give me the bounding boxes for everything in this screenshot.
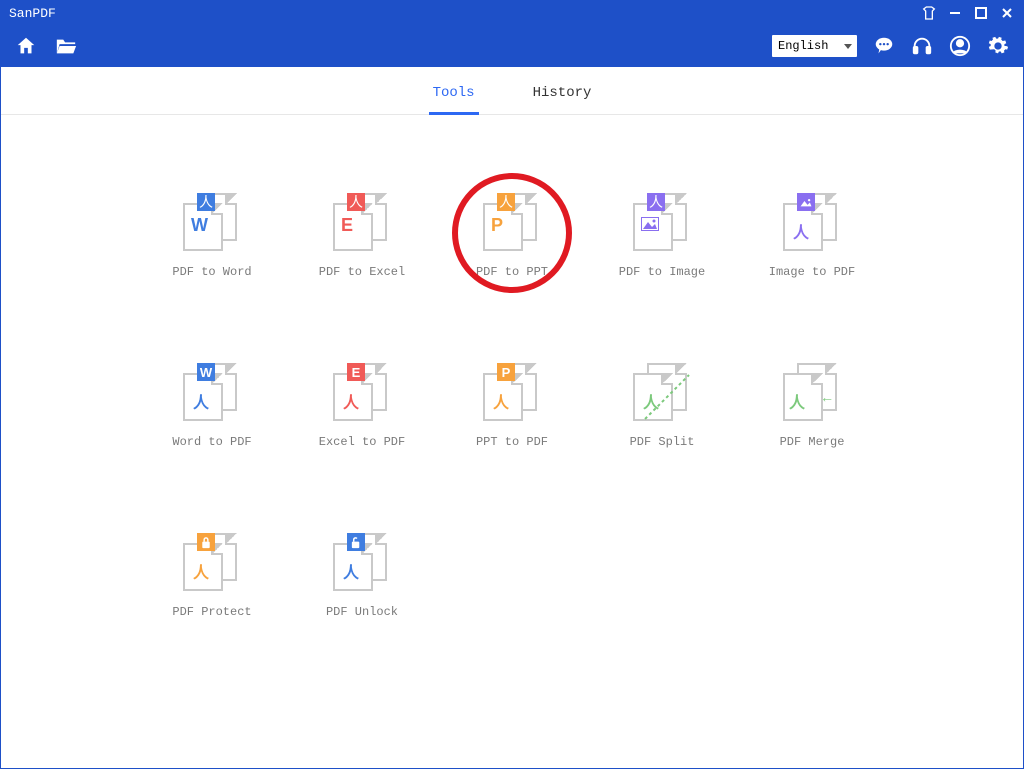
- image-to-pdf-icon: 人: [783, 193, 841, 251]
- tool-label: PDF to Image: [619, 265, 705, 279]
- pdf-to-ppt-icon: 人 P: [483, 193, 541, 251]
- tool-pdf-split[interactable]: 人 PDF Split: [587, 345, 737, 495]
- tool-pdf-protect[interactable]: 人 PDF Protect: [137, 515, 287, 665]
- tool-label: Word to PDF: [172, 435, 251, 449]
- home-icon[interactable]: [15, 35, 37, 57]
- titlebar: SanPDF: [1, 1, 1023, 25]
- tool-pdf-to-word[interactable]: 人 W PDF to Word: [137, 175, 287, 325]
- tool-pdf-to-ppt[interactable]: 人 P PDF to PPT: [437, 175, 587, 325]
- tool-label: PDF to Excel: [319, 265, 405, 279]
- close-button[interactable]: [999, 5, 1015, 21]
- pdf-split-icon: 人: [633, 363, 691, 421]
- pdf-to-excel-icon: 人 E: [333, 193, 391, 251]
- language-selected-label: English: [778, 39, 828, 53]
- minimize-button[interactable]: [947, 5, 963, 21]
- excel-to-pdf-icon: E 人: [333, 363, 391, 421]
- tool-ppt-to-pdf[interactable]: P 人 PPT to PDF: [437, 345, 587, 495]
- tab-history[interactable]: History: [529, 85, 596, 114]
- tool-word-to-pdf[interactable]: W 人 Word to PDF: [137, 345, 287, 495]
- tab-tools[interactable]: Tools: [429, 85, 479, 114]
- tool-label: PDF Protect: [172, 605, 251, 619]
- tab-label: History: [533, 85, 592, 101]
- tab-bar: Tools History: [1, 67, 1023, 115]
- shirt-icon[interactable]: [921, 5, 937, 21]
- tool-label: Excel to PDF: [319, 435, 405, 449]
- tool-image-to-pdf[interactable]: 人 Image to PDF: [737, 175, 887, 325]
- pdf-to-image-icon: 人: [633, 193, 691, 251]
- tool-label: PDF to PPT: [476, 265, 548, 279]
- user-icon[interactable]: [949, 35, 971, 57]
- headset-icon[interactable]: [911, 35, 933, 57]
- gear-icon[interactable]: [987, 35, 1009, 57]
- tool-pdf-merge[interactable]: 人 ← PDF Merge: [737, 345, 887, 495]
- language-select[interactable]: English: [772, 35, 857, 57]
- tool-pdf-to-excel[interactable]: 人 E PDF to Excel: [287, 175, 437, 325]
- tool-label: Image to PDF: [769, 265, 855, 279]
- toolbar: English: [1, 25, 1023, 67]
- chat-icon[interactable]: [873, 35, 895, 57]
- pdf-protect-icon: 人: [183, 533, 241, 591]
- tool-label: PPT to PDF: [476, 435, 548, 449]
- pdf-unlock-icon: 人: [333, 533, 391, 591]
- tool-pdf-to-image[interactable]: 人 PDF to Image: [587, 175, 737, 325]
- maximize-button[interactable]: [973, 5, 989, 21]
- content-area: 人 W PDF to Word 人 E PDF to Excel: [1, 115, 1023, 768]
- tool-pdf-unlock[interactable]: 人 PDF Unlock: [287, 515, 437, 665]
- tool-label: PDF to Word: [172, 265, 251, 279]
- pdf-to-word-icon: 人 W: [183, 193, 241, 251]
- tool-excel-to-pdf[interactable]: E 人 Excel to PDF: [287, 345, 437, 495]
- tool-label: PDF Unlock: [326, 605, 398, 619]
- tool-label: PDF Merge: [780, 435, 845, 449]
- open-folder-icon[interactable]: [55, 35, 77, 57]
- tab-label: Tools: [433, 85, 475, 101]
- word-to-pdf-icon: W 人: [183, 363, 241, 421]
- ppt-to-pdf-icon: P 人: [483, 363, 541, 421]
- tool-label: PDF Split: [630, 435, 695, 449]
- window-title: SanPDF: [9, 6, 56, 21]
- pdf-merge-icon: 人 ←: [783, 363, 841, 421]
